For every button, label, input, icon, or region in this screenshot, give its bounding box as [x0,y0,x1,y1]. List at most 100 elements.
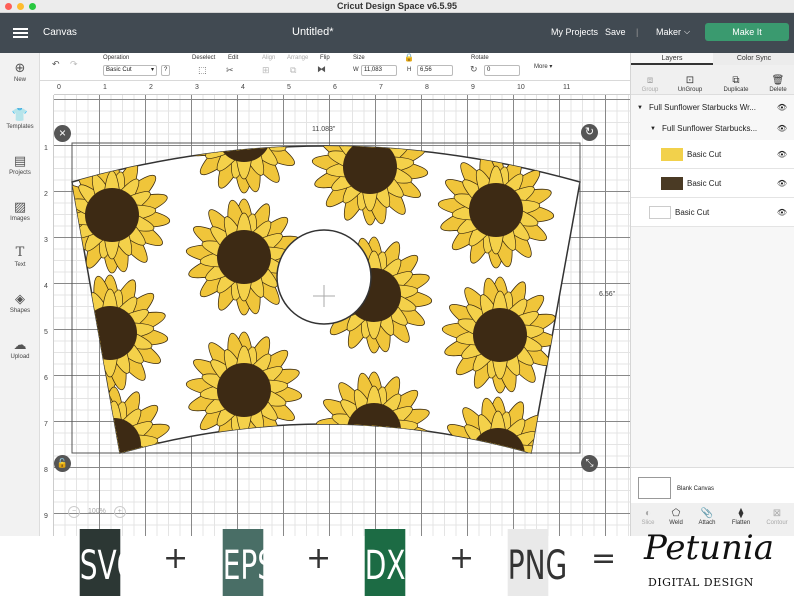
ruler-tick-label: 10 [517,84,525,91]
slice-icon: ◐ [644,508,652,519]
ruler-tick-label: 1 [44,145,48,152]
ruler-tick-label: 2 [149,84,153,91]
top-nav: Canvas Untitled* My Projects Save | Make… [0,13,794,53]
weld-icon: ⬠ [671,508,681,519]
new-button[interactable]: ⊕ New [0,61,40,84]
shirt-icon: 👕 [11,107,29,122]
ruler-tick-label: 3 [44,237,48,244]
undo-icon[interactable]: ↶ [52,59,60,70]
height-dimension: 6.56" [599,291,616,298]
scissors-icon[interactable]: ✂ [226,65,234,76]
machine-select[interactable]: Maker [656,27,681,37]
zoom-out-button[interactable]: − [68,506,80,518]
design-artwork[interactable] [54,95,630,536]
plus-sign: + [306,541,332,576]
make-it-button[interactable]: Make It [705,23,789,41]
zoom-in-button[interactable]: + [113,506,126,518]
templates-button[interactable]: 👕 Templates [0,107,40,131]
eye-icon[interactable]: 👁 [777,169,787,198]
zoom-level: 100% [87,508,106,515]
align-icon[interactable]: ⊞ [262,65,270,76]
size-label: Size [353,55,365,61]
images-button[interactable]: ▨ Images [0,200,40,223]
blank-canvas-row[interactable]: Blank Canvas [631,467,794,503]
rotate-input[interactable]: 0 [484,65,520,76]
ruler-tick-label: 11 [563,84,571,91]
trash-icon: 🗑 [771,75,785,86]
weld-button[interactable]: ⬠ Weld [661,508,691,526]
delete-button[interactable]: 🗑 Delete [763,75,793,93]
layer-thumbnail [661,148,683,161]
arrange-icon[interactable]: ⧉ [290,65,296,76]
operation-select[interactable]: Basic Cut ▾ [103,65,157,76]
shapes-icon: ◈ [15,291,25,306]
more-button[interactable]: More ▾ [534,63,552,70]
nav-divider: | [636,27,639,37]
close-icon[interactable]: × [54,125,71,142]
save-button[interactable]: Save [605,27,626,37]
contour-button[interactable]: ⊠ Contour [762,508,792,526]
ungroup-button[interactable]: ⊡ UnGroup [675,75,705,93]
ruler-tick-label: 6 [333,84,337,91]
ruler-tick-label: 5 [44,329,48,336]
page-name: Canvas [43,27,77,38]
slice-button[interactable]: ◐ Slice [633,508,663,526]
canvas-swatch[interactable] [638,477,671,499]
ruler-tick-label: 1 [103,84,107,91]
height-input[interactable]: 6,56 [417,65,453,76]
shapes-button[interactable]: ◈ Shapes [0,291,40,315]
layer-row-subgroup[interactable]: ▼ Full Sunflower Starbucks... 👁 [631,116,794,142]
ruler-tick-label: 8 [425,84,429,91]
chevron-down-icon[interactable]: ⌵ [684,27,690,37]
tab-layers[interactable]: Layers [631,53,713,65]
blank-canvas-label: Blank Canvas [677,486,715,492]
project-title[interactable]: Untitled* [292,26,334,38]
text-button[interactable]: T Text [0,246,40,269]
layer-actions: ⧈ Group ⊡ UnGroup ⧉ Duplicate 🗑 Delete [631,65,794,95]
duplicate-button[interactable]: ⧉ Duplicate [721,75,751,93]
redo-icon[interactable]: ↷ [70,59,78,70]
expand-caret-icon[interactable]: ▼ [650,116,656,142]
rotate-handle-icon[interactable]: ↻ [581,124,598,141]
group-button[interactable]: ⧈ Group [635,75,665,93]
brand-logo: Petunia [644,528,775,568]
ruler-tick-label: 3 [195,84,199,91]
layers-panel: Layers Color Sync ⧈ Group ⊡ UnGroup ⧉ Dupli… [630,53,794,536]
ungroup-icon: ⊡ [685,75,695,86]
contour-icon: ⊠ [772,508,782,519]
duplicate-icon: ⧉ [732,75,740,86]
tab-color-sync[interactable]: Color Sync [713,53,794,65]
upload-button[interactable]: ☁ Upload [0,338,40,361]
layer-row[interactable]: Basic Cut 👁 [631,140,794,169]
design-canvas[interactable]: 11.083" 6.56" × ↻ 🔓 ⤡ − 100% + [54,95,630,536]
layer-row[interactable]: Basic Cut 👁 [631,169,794,198]
ruler-tick-label: 9 [471,84,475,91]
dxf-format-box: DXF [364,529,422,596]
layer-name: Basic Cut [675,208,710,217]
resize-handle-icon[interactable]: ⤡ [581,455,598,472]
help-button[interactable]: ? [161,65,171,76]
flatten-icon: ⧫ [738,508,744,519]
ruler-tick-label: 7 [379,84,383,91]
my-projects-link[interactable]: My Projects [551,27,598,37]
layer-thumbnail [661,177,683,190]
deselect-icon[interactable]: ⬚ [198,65,207,76]
eye-icon[interactable]: 👁 [777,116,787,142]
plus-sign: + [163,541,189,576]
png-format-box: PNG [507,529,567,596]
group-icon: ⧈ [646,75,654,86]
eye-icon[interactable]: 👁 [777,198,787,227]
rotate-icon[interactable]: ↻ [470,64,478,75]
lock-icon[interactable]: 🔒 [404,53,414,62]
width-input[interactable]: 11,083 [361,65,397,76]
projects-button[interactable]: ▤ Projects [0,154,40,177]
flatten-button[interactable]: ⧫ Flatten [726,508,756,526]
deselect-label: Deselect [192,55,216,61]
hamburger-menu-icon[interactable] [13,28,28,38]
layer-row[interactable]: Basic Cut 👁 [631,198,794,227]
eye-icon[interactable]: 👁 [777,140,787,169]
lock-handle-icon[interactable]: 🔓 [54,455,71,472]
flip-icon[interactable]: ⧓ [317,64,326,75]
layer-name: Basic Cut [687,179,722,188]
attach-button[interactable]: 📎 Attach [692,508,722,526]
